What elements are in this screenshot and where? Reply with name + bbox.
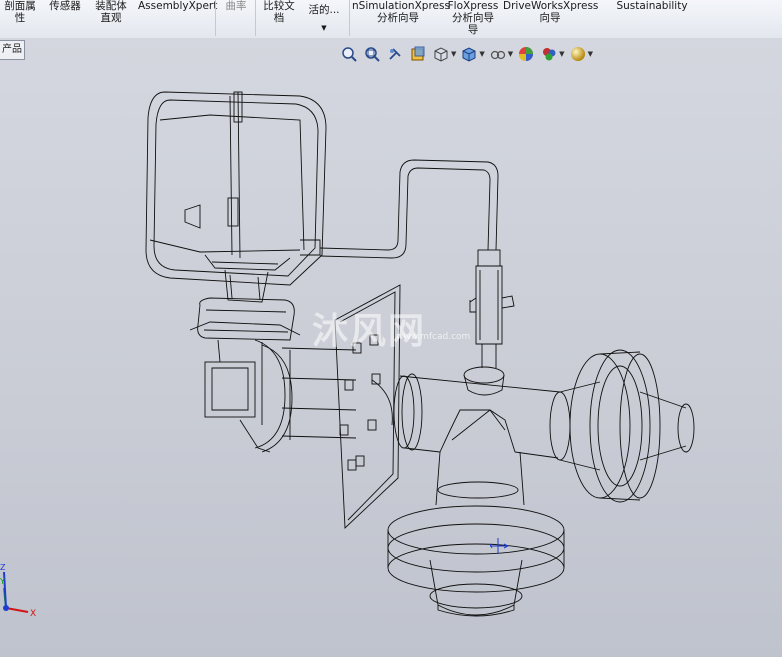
watermark-brand: 沐风网 (312, 311, 427, 352)
bottom-flange (387, 451, 565, 617)
triad-y-label: Y (0, 577, 5, 586)
valve-body (393, 349, 695, 503)
watermark-url: www.mfcad.com (396, 332, 471, 342)
actuator-housing (145, 91, 327, 286)
neck-coupling (189, 269, 301, 453)
reference-triad: X Y Z (0, 563, 36, 619)
triad-z-label: Z (0, 563, 6, 572)
pilot-valve (463, 249, 515, 396)
impulse-pipe (319, 159, 499, 259)
origin-marker (489, 538, 510, 554)
triad-x-label: X (30, 609, 36, 619)
bolt-heads (339, 334, 381, 471)
